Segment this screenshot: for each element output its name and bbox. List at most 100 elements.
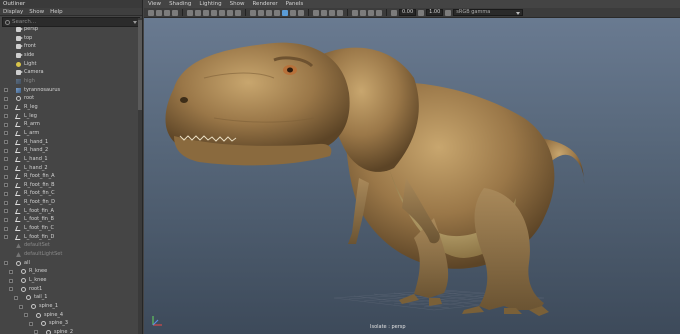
expand-toggle-icon[interactable] [14,295,18,300]
outliner-item[interactable]: all [0,259,139,268]
bookmark-icon[interactable] [164,9,170,16]
expand-toggle-icon[interactable] [9,287,13,292]
outliner-item[interactable]: defaultLightSet [0,250,139,259]
outliner-item[interactable]: R_knee [0,267,139,276]
expand-toggle-icon[interactable] [4,140,8,145]
outliner-item[interactable]: front [0,42,139,51]
expand-toggle-icon[interactable] [4,131,8,136]
wireframe-icon[interactable] [250,9,256,16]
grid-icon[interactable] [187,9,193,16]
outliner-item[interactable]: L_arm [0,129,139,138]
select-camera-icon[interactable] [148,9,154,16]
outliner-item[interactable]: spine_4 [0,311,139,320]
expand-toggle-icon[interactable] [29,321,33,326]
field-chart-icon[interactable] [219,9,225,16]
outliner-item[interactable]: root1 [0,285,139,294]
expand-toggle-icon[interactable] [4,148,8,153]
expand-toggle-icon[interactable] [4,166,8,170]
exposure-icon[interactable] [391,9,397,16]
expand-toggle-icon[interactable] [4,226,8,231]
outliner-item[interactable]: L_foot_fin_C [0,224,139,233]
expand-toggle-icon[interactable] [4,96,8,101]
outliner-item[interactable]: R_leg [0,103,139,112]
outliner-item[interactable]: high [0,77,139,86]
default-material-icon[interactable] [266,9,272,16]
outliner-item[interactable]: R_hand_2 [0,146,139,155]
gamma-icon[interactable] [418,9,425,16]
expand-toggle-icon[interactable] [4,88,8,93]
smooth-shade-icon[interactable] [258,9,264,16]
xray-joints-icon[interactable] [368,9,374,16]
menu-show[interactable]: Show [29,8,44,15]
outliner-item[interactable]: spine_2 [0,328,139,334]
outliner-item[interactable]: L_hand_1 [0,155,139,164]
expand-toggle-icon[interactable] [9,278,13,283]
exposure-field[interactable]: 0.00 [399,9,417,16]
expand-toggle-icon[interactable] [4,174,8,179]
outliner-item[interactable]: root [0,94,139,103]
outliner-item[interactable]: spine_1 [0,302,139,311]
film-gate-icon[interactable] [195,9,201,16]
outliner-item[interactable]: top [0,34,139,43]
menu-renderer[interactable]: Renderer [252,0,277,8]
expand-toggle-icon[interactable] [4,200,8,205]
isolate-select-icon[interactable] [352,9,358,16]
tyrannosaurus-model[interactable] [144,18,680,334]
menu-lighting[interactable]: Lighting [199,0,221,8]
outliner-item[interactable]: L_foot_fin_B [0,215,139,224]
menu-panels[interactable]: Panels [286,0,304,8]
outliner-item[interactable]: side [0,51,139,60]
outliner-item[interactable]: R_foot_fin_C [0,189,139,198]
outliner-item[interactable]: spine_3 [0,319,139,328]
menu-show[interactable]: Show [230,0,245,8]
expand-toggle-icon[interactable] [4,209,8,214]
use-all-lights-icon[interactable] [290,9,296,16]
menu-shading[interactable]: Shading [169,0,191,8]
expand-toggle-icon[interactable] [4,217,8,222]
expand-toggle-icon[interactable] [4,157,8,162]
gate-mask-icon[interactable] [211,9,217,16]
backface-icon[interactable] [376,9,382,16]
multisample-aa-icon[interactable] [329,9,335,16]
outliner-item[interactable]: persp [0,25,139,34]
outliner-item[interactable]: L_foot_fin_D [0,233,139,242]
viewport-panel[interactable]: View Shading Lighting Show Renderer Pane… [144,0,680,334]
expand-toggle-icon[interactable] [4,235,8,240]
outliner-item[interactable]: defaultSet [0,241,139,250]
expand-toggle-icon[interactable] [4,114,8,119]
safe-action-icon[interactable] [227,9,233,16]
textured-icon[interactable] [282,9,288,16]
chevron-down-icon[interactable] [133,20,137,24]
screen-space-ao-icon[interactable] [313,9,319,16]
expand-toggle-icon[interactable] [4,183,8,188]
expand-toggle-icon[interactable] [4,191,8,196]
expand-toggle-icon[interactable] [4,105,8,110]
expand-toggle-icon[interactable] [24,313,28,318]
depth-of-field-icon[interactable] [337,9,343,16]
outliner-item[interactable]: R_foot_fin_A [0,172,139,181]
xray-icon[interactable] [360,9,366,16]
menu-help[interactable]: Help [50,8,63,15]
motion-blur-icon[interactable] [321,9,327,16]
outliner-item[interactable]: L_foot_fin_A [0,207,139,216]
expand-toggle-icon[interactable] [34,330,38,334]
outliner-item[interactable]: L_hand_2 [0,164,139,173]
colorspace-select[interactable]: sRGB gamma [453,9,524,16]
outliner-item[interactable]: R_foot_fin_B [0,181,139,190]
expand-toggle-icon[interactable] [9,269,13,274]
expand-toggle-icon[interactable] [4,122,8,127]
image-plane-icon[interactable] [172,9,178,16]
camera-attributes-icon[interactable] [156,9,162,16]
gamma-field[interactable]: 1.00 [426,9,444,16]
outliner-item[interactable]: Camera [0,68,139,77]
outliner-scrollbar[interactable] [138,18,142,334]
outliner-item[interactable]: L_leg [0,112,139,121]
outliner-item[interactable]: Light [0,60,139,69]
outliner-item[interactable]: tyrannosaurus [0,86,139,95]
wireframe-on-shaded-icon[interactable] [274,9,280,16]
outliner-item[interactable]: L_knee [0,276,139,285]
outliner-item[interactable]: R_hand_1 [0,138,139,147]
safe-title-icon[interactable] [235,9,241,16]
outliner-item[interactable]: R_arm [0,120,139,129]
shadows-icon[interactable] [298,9,304,16]
